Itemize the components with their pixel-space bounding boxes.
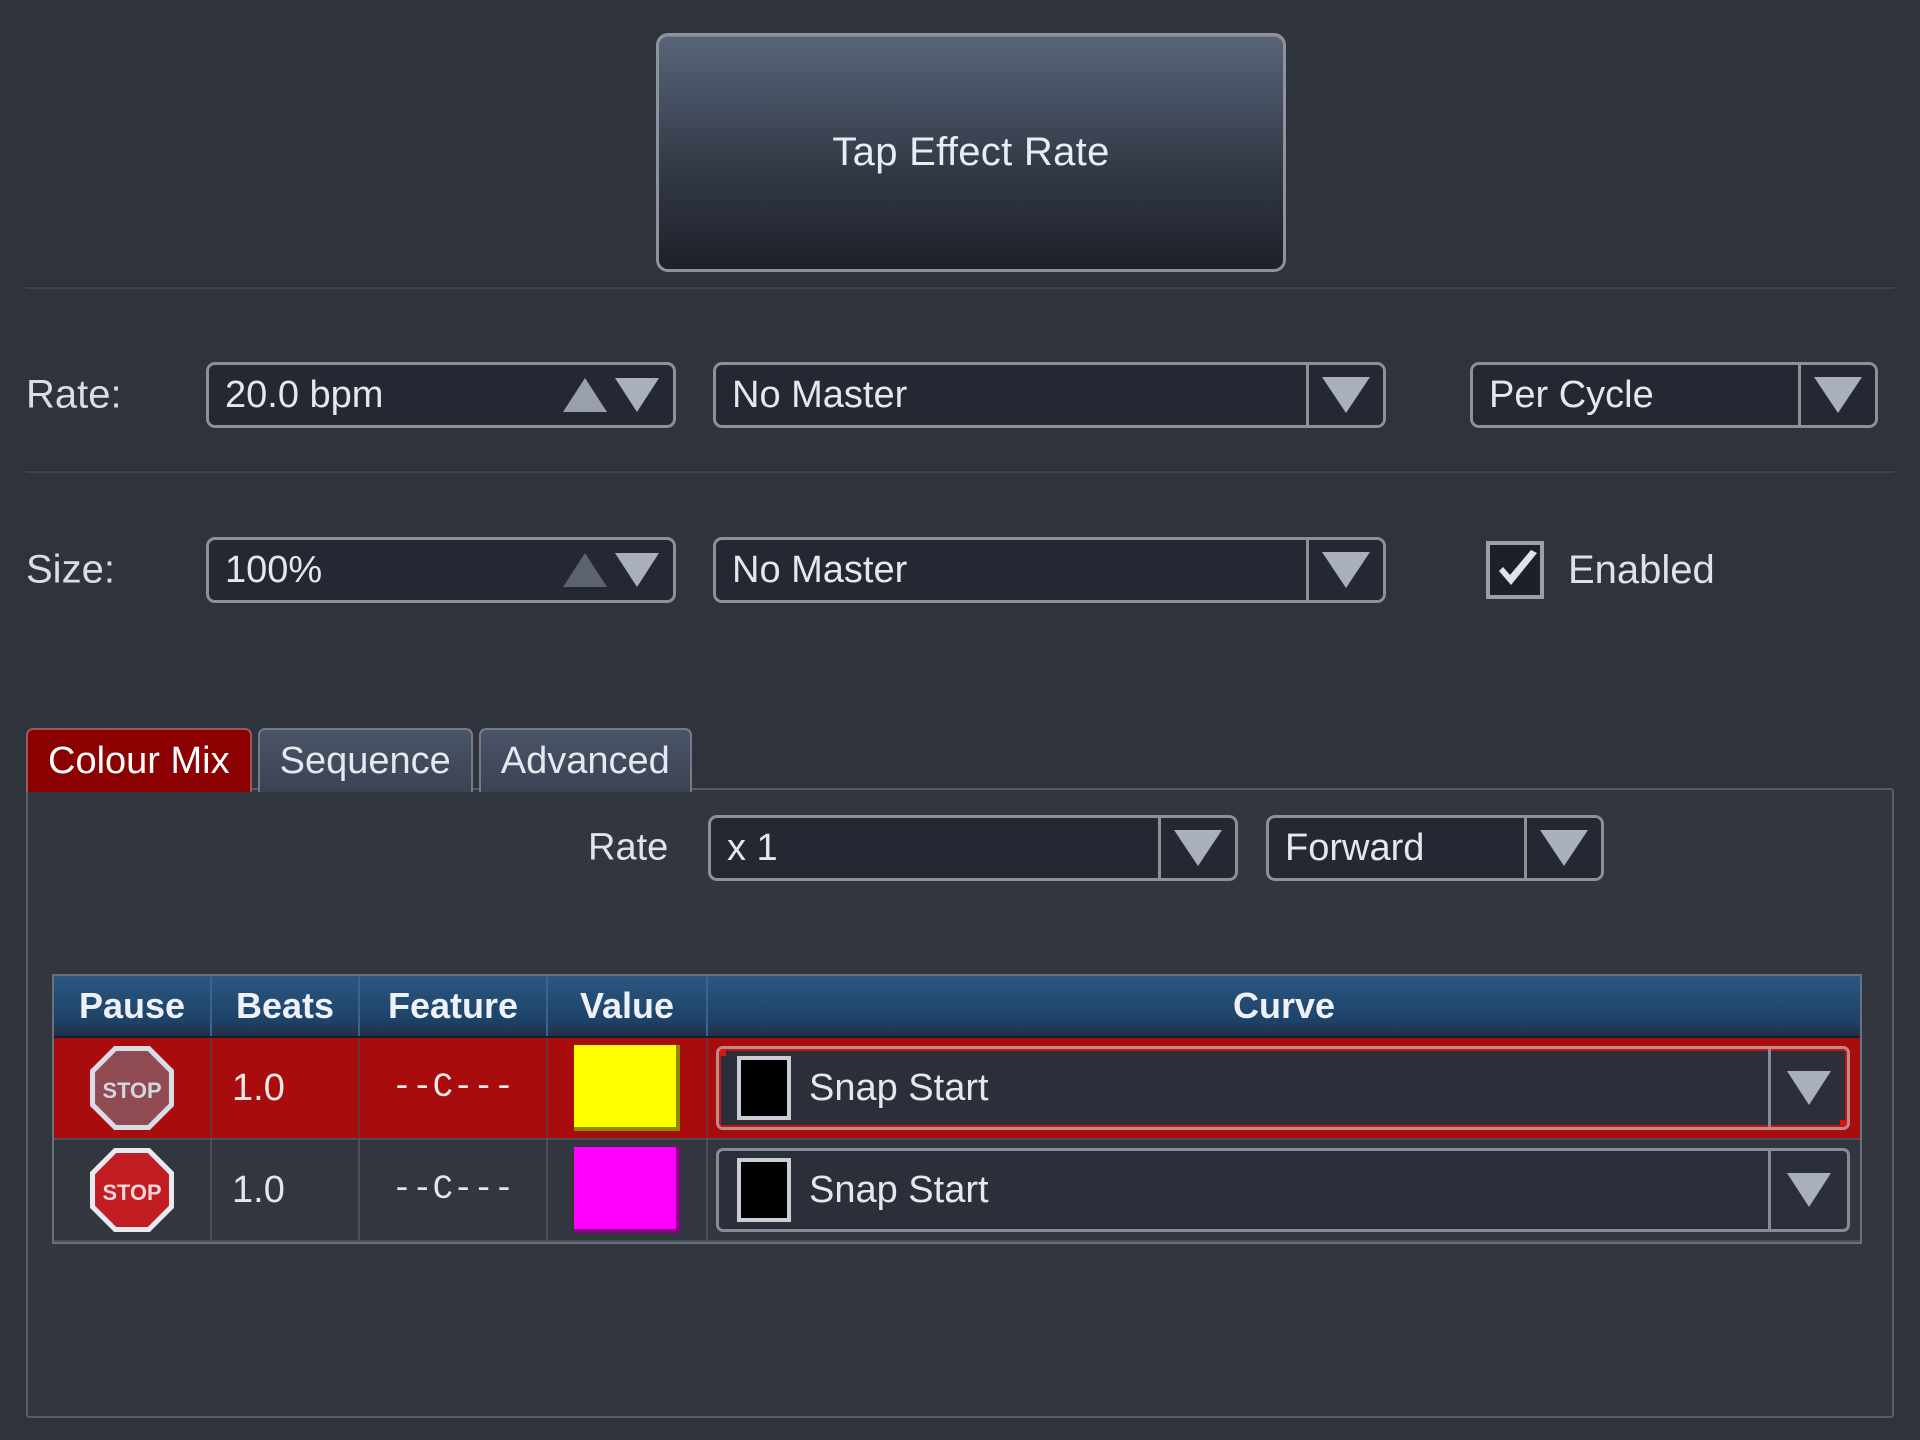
rate-stepper[interactable] xyxy=(563,365,673,425)
column-header-beats[interactable]: Beats xyxy=(212,976,360,1036)
svg-text:STOP: STOP xyxy=(102,1180,161,1205)
tab-advanced[interactable]: Advanced xyxy=(478,728,692,792)
rate-master-value[interactable]: No Master xyxy=(716,365,1306,425)
panel-rate-row: Rate x 1 Forward xyxy=(28,808,1892,888)
direction-value[interactable]: Forward xyxy=(1269,818,1524,878)
size-spinner[interactable]: 100% xyxy=(206,537,676,603)
rate-master-dropdown[interactable]: No Master xyxy=(713,362,1386,428)
checkmark-icon xyxy=(1499,550,1537,585)
cell-beats[interactable]: 1.0 xyxy=(212,1038,360,1138)
cell-feature[interactable]: --C--- xyxy=(360,1140,548,1240)
colour-swatch[interactable] xyxy=(574,1045,680,1131)
colour-mix-panel: Rate x 1 Forward Pause Beats Feature Val… xyxy=(26,788,1894,1418)
column-header-curve[interactable]: Curve xyxy=(708,976,1860,1036)
table-row[interactable]: STOP 1.0 --C--- Snap Start xyxy=(54,1038,1860,1140)
enabled-checkbox[interactable] xyxy=(1486,541,1544,599)
enabled-checkbox-row[interactable]: Enabled xyxy=(1486,541,1715,599)
rate-mode-dropdown[interactable]: Per Cycle xyxy=(1470,362,1878,428)
cell-value[interactable] xyxy=(548,1038,708,1138)
chevron-down-icon xyxy=(1322,377,1370,413)
divider-top xyxy=(26,286,1894,289)
stop-sign-icon[interactable]: STOP xyxy=(90,1148,174,1232)
size-master-value[interactable]: No Master xyxy=(716,540,1306,600)
size-label: Size: xyxy=(26,547,115,592)
tab-colour-mix[interactable]: Colour Mix xyxy=(26,728,252,792)
column-header-feature[interactable]: Feature xyxy=(360,976,548,1036)
size-stepper[interactable] xyxy=(563,540,673,600)
colour-mix-table: Pause Beats Feature Value Curve STOP 1.0… xyxy=(52,974,1862,1244)
rate-multiplier-chevron-down-icon[interactable] xyxy=(1158,818,1235,878)
chevron-down-icon xyxy=(1174,830,1222,866)
rate-mode-value[interactable]: Per Cycle xyxy=(1473,365,1798,425)
chevron-down-icon xyxy=(1814,377,1862,413)
size-value[interactable]: 100% xyxy=(209,540,563,600)
tap-section: Tap Effect Rate xyxy=(0,0,1920,290)
svg-text:STOP: STOP xyxy=(102,1078,161,1103)
rate-value[interactable]: 20.0 bpm xyxy=(209,365,563,425)
table-row[interactable]: STOP 1.0 --C--- Snap Start xyxy=(54,1140,1860,1242)
rate-mode-chevron-down-icon[interactable] xyxy=(1798,365,1875,425)
cell-curve: Snap Start xyxy=(708,1140,1860,1240)
size-decrement-icon[interactable] xyxy=(615,553,659,587)
table-header-row: Pause Beats Feature Value Curve xyxy=(54,976,1860,1038)
cell-feature[interactable]: --C--- xyxy=(360,1038,548,1138)
feature-value: --C--- xyxy=(391,1069,515,1107)
feature-value: --C--- xyxy=(391,1171,515,1209)
tab-bar: Colour Mix Sequence Advanced xyxy=(26,728,692,792)
size-increment-icon[interactable] xyxy=(563,553,607,587)
column-header-value[interactable]: Value xyxy=(548,976,708,1036)
rate-row: Rate: 20.0 bpm No Master Per Cycle xyxy=(0,345,1920,445)
cell-curve: Snap Start xyxy=(708,1038,1860,1138)
curve-preview-swatch xyxy=(737,1158,791,1222)
curve-chevron-down-icon[interactable] xyxy=(1768,1049,1847,1127)
curve-dropdown[interactable]: Snap Start xyxy=(716,1148,1850,1232)
curve-dropdown-main[interactable]: Snap Start xyxy=(719,1049,1768,1127)
chevron-down-icon xyxy=(1540,830,1588,866)
curve-preview-swatch xyxy=(737,1056,791,1120)
rate-label: Rate: xyxy=(26,372,122,417)
colour-swatch[interactable] xyxy=(574,1147,680,1233)
column-header-pause[interactable]: Pause xyxy=(54,976,212,1036)
rate-multiplier-value[interactable]: x 1 xyxy=(711,818,1158,878)
tab-sequence[interactable]: Sequence xyxy=(257,728,473,792)
tap-effect-rate-button[interactable]: Tap Effect Rate xyxy=(656,33,1286,272)
curve-chevron-down-icon[interactable] xyxy=(1768,1151,1847,1229)
size-master-dropdown[interactable]: No Master xyxy=(713,537,1386,603)
chevron-down-icon xyxy=(1787,1071,1831,1105)
curve-dropdown-main[interactable]: Snap Start xyxy=(719,1151,1768,1229)
size-row: Size: 100% No Master Enabled xyxy=(0,520,1920,620)
rate-decrement-icon[interactable] xyxy=(615,378,659,412)
cell-pause[interactable]: STOP xyxy=(54,1038,212,1138)
curve-value: Snap Start xyxy=(809,1066,989,1109)
rate-spinner[interactable]: 20.0 bpm xyxy=(206,362,676,428)
chevron-down-icon xyxy=(1322,552,1370,588)
panel-rate-label: Rate xyxy=(588,826,669,869)
direction-chevron-down-icon[interactable] xyxy=(1524,818,1601,878)
rate-master-chevron-down-icon[interactable] xyxy=(1306,365,1383,425)
cell-pause[interactable]: STOP xyxy=(54,1140,212,1240)
size-master-chevron-down-icon[interactable] xyxy=(1306,540,1383,600)
rate-increment-icon[interactable] xyxy=(563,378,607,412)
enabled-label: Enabled xyxy=(1568,547,1715,592)
direction-dropdown[interactable]: Forward xyxy=(1266,815,1604,881)
divider-middle xyxy=(26,470,1894,473)
cell-beats[interactable]: 1.0 xyxy=(212,1140,360,1240)
curve-dropdown[interactable]: Snap Start xyxy=(716,1046,1850,1130)
curve-value: Snap Start xyxy=(809,1168,989,1211)
stop-sign-icon[interactable]: STOP xyxy=(90,1046,174,1130)
cell-value[interactable] xyxy=(548,1140,708,1240)
chevron-down-icon xyxy=(1787,1173,1831,1207)
rate-multiplier-dropdown[interactable]: x 1 xyxy=(708,815,1238,881)
